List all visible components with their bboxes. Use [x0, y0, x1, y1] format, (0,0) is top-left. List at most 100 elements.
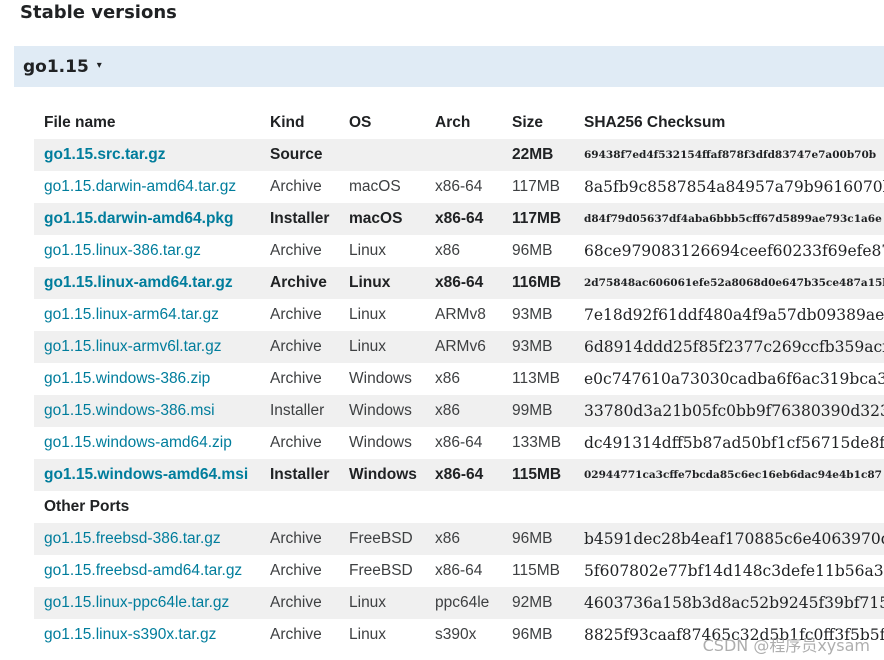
kind-cell: Archive	[270, 306, 322, 323]
file-name-cell: go1.15.freebsd-amd64.tar.gz	[34, 555, 260, 587]
arch-cell: x86-64	[435, 434, 483, 451]
checksum-cell: d84f79d05637df4aba6bbb5cff67d5899ae793c1…	[574, 203, 884, 235]
os-cell: FreeBSD	[339, 523, 425, 555]
checksum-cell: 33780d3a21b05fc0bb9f76380390d3233bc62347…	[574, 395, 884, 427]
download-link[interactable]: go1.15.darwin-amd64.tar.gz	[44, 178, 236, 195]
file-name-cell: go1.15.freebsd-386.tar.gz	[34, 523, 260, 555]
os-cell: macOS	[349, 178, 401, 195]
download-link[interactable]: go1.15.linux-s390x.tar.gz	[44, 626, 216, 643]
download-link[interactable]: go1.15.windows-386.zip	[44, 370, 210, 387]
arch-cell: x86-64	[435, 178, 483, 195]
arch-cell: x86	[425, 523, 502, 555]
size-cell: 117MB	[512, 178, 560, 195]
file-name-cell: go1.15.windows-amd64.zip	[34, 427, 260, 459]
size-cell: 113MB	[512, 370, 560, 387]
os-cell: Linux	[349, 306, 387, 323]
size-cell: 92MB	[502, 587, 574, 619]
file-name-cell: go1.15.linux-arm64.tar.gz	[34, 299, 260, 331]
table-row: go1.15.linux-386.tar.gz Archive Linux x86 96…	[34, 235, 884, 267]
table-header-row: File name Kind OS Arch Size SHA256 Check…	[34, 106, 884, 139]
kind-cell: Source	[260, 139, 339, 171]
kind-cell: Archive	[260, 331, 339, 363]
table-row: go1.15.windows-386.msi Installer Windows x8…	[34, 395, 884, 427]
os-cell: Linux	[339, 587, 425, 619]
size-cell: 22MB	[502, 139, 574, 171]
checksum-cell: 02944771ca3cffe7bcda85c6ec16eb6dac94e4b1…	[574, 459, 884, 491]
kind-cell: Archive	[260, 523, 339, 555]
arch-cell: ppc64le	[425, 587, 502, 619]
file-name-cell: go1.15.linux-amd64.tar.gz	[34, 267, 260, 299]
version-label: go1.15	[23, 56, 89, 77]
size-cell: 96MB	[502, 523, 574, 555]
os-cell	[339, 139, 425, 171]
arch-cell: x86-64	[425, 203, 502, 235]
download-link[interactable]: go1.15.linux-arm64.tar.gz	[44, 306, 219, 323]
size-cell: 115MB	[502, 459, 574, 491]
version-toggle[interactable]: go1.15 ▾	[14, 46, 884, 87]
kind-cell: Installer	[260, 395, 339, 427]
download-link[interactable]: go1.15.windows-amd64.zip	[44, 434, 232, 451]
kind-cell: Archive	[270, 178, 322, 195]
other-ports-heading-row: Other Ports	[34, 491, 884, 523]
kind-cell: Archive	[270, 434, 322, 451]
os-cell: macOS	[339, 203, 425, 235]
download-link[interactable]: go1.15.windows-amd64.msi	[44, 466, 248, 483]
file-name-cell: go1.15.linux-armv6l.tar.gz	[34, 331, 260, 363]
os-cell: Windows	[339, 395, 425, 427]
header-arch: Arch	[435, 113, 471, 131]
download-link[interactable]: go1.15.darwin-amd64.pkg	[44, 210, 234, 227]
arch-cell: x86	[435, 242, 460, 259]
checksum-cell: 69438f7ed4f532154ffaf878f3dfd83747e7a00b…	[574, 139, 884, 171]
kind-cell: Installer	[260, 203, 339, 235]
size-cell: 96MB	[512, 626, 553, 643]
kind-cell: Archive	[270, 562, 322, 579]
arch-cell: x86-64	[425, 459, 502, 491]
download-link[interactable]: go1.15.freebsd-amd64.tar.gz	[44, 562, 242, 579]
page-title: Stable versions	[20, 2, 177, 23]
download-link[interactable]: go1.15.linux-ppc64le.tar.gz	[44, 594, 229, 611]
arch-cell: x86	[425, 395, 502, 427]
size-cell: 99MB	[502, 395, 574, 427]
arch-cell: s390x	[435, 626, 477, 643]
size-cell: 93MB	[502, 331, 574, 363]
download-link[interactable]: go1.15.freebsd-386.tar.gz	[44, 530, 221, 547]
download-link[interactable]: go1.15.linux-386.tar.gz	[44, 242, 201, 259]
checksum-cell: b4591dec28b4eaf170885c6e4063970db5a4faf8…	[574, 523, 884, 555]
table-row: go1.15.src.tar.gz Source 22MB 69438f7ed4f53…	[34, 139, 884, 171]
size-cell: 133MB	[512, 434, 562, 451]
kind-cell: Archive	[270, 242, 322, 259]
checksum-cell: 68ce979083126694ceef60233f69efe870f54af2…	[584, 242, 884, 260]
kind-cell: Archive	[260, 267, 339, 299]
os-cell: Linux	[339, 331, 425, 363]
size-cell: 115MB	[512, 562, 560, 579]
checksum-cell: 8a5fb9c8587854a84957a79b9616070b63d8842d…	[584, 178, 884, 196]
download-link[interactable]: go1.15.src.tar.gz	[44, 146, 165, 163]
size-cell: 116MB	[502, 267, 574, 299]
table-row: go1.15.freebsd-386.tar.gz Archive FreeBSD x…	[34, 523, 884, 555]
table-row: go1.15.darwin-amd64.pkg Installer macOS x86…	[34, 203, 884, 235]
header-size: Size	[512, 113, 544, 131]
file-name-cell: go1.15.linux-s390x.tar.gz	[34, 619, 260, 651]
os-cell: Windows	[339, 459, 425, 491]
download-link[interactable]: go1.15.linux-armv6l.tar.gz	[44, 338, 221, 355]
os-cell: Windows	[349, 434, 412, 451]
size-cell: 117MB	[502, 203, 574, 235]
os-cell: Linux	[349, 626, 387, 643]
checksum-cell: e0c747610a73030cadba6f6ac319bca33cfff19b…	[584, 370, 884, 388]
file-name-cell: go1.15.linux-ppc64le.tar.gz	[34, 587, 260, 619]
arch-cell: ARMv8	[435, 306, 486, 323]
arch-cell: x86-64	[435, 562, 483, 579]
file-name-cell: go1.15.src.tar.gz	[34, 139, 260, 171]
other-ports-heading: Other Ports	[44, 498, 130, 515]
downloads-table: File name Kind OS Arch Size SHA256 Check…	[34, 106, 884, 651]
arch-cell: x86-64	[425, 267, 502, 299]
download-link[interactable]: go1.15.linux-amd64.tar.gz	[44, 274, 233, 291]
table-row: go1.15.linux-armv6l.tar.gz Archive Linux AR…	[34, 331, 884, 363]
table-row: go1.15.windows-amd64.msi Installer Windows…	[34, 459, 884, 491]
table-row: go1.15.linux-ppc64le.tar.gz Archive Linux p…	[34, 587, 884, 619]
os-cell: Windows	[349, 370, 412, 387]
table-row: go1.15.windows-386.zip Archive Windows x86 1…	[34, 363, 884, 395]
table-row: go1.15.linux-amd64.tar.gz Archive Linux x86…	[34, 267, 884, 299]
download-link[interactable]: go1.15.windows-386.msi	[44, 402, 215, 419]
file-name-cell: go1.15.darwin-amd64.tar.gz	[34, 171, 260, 203]
